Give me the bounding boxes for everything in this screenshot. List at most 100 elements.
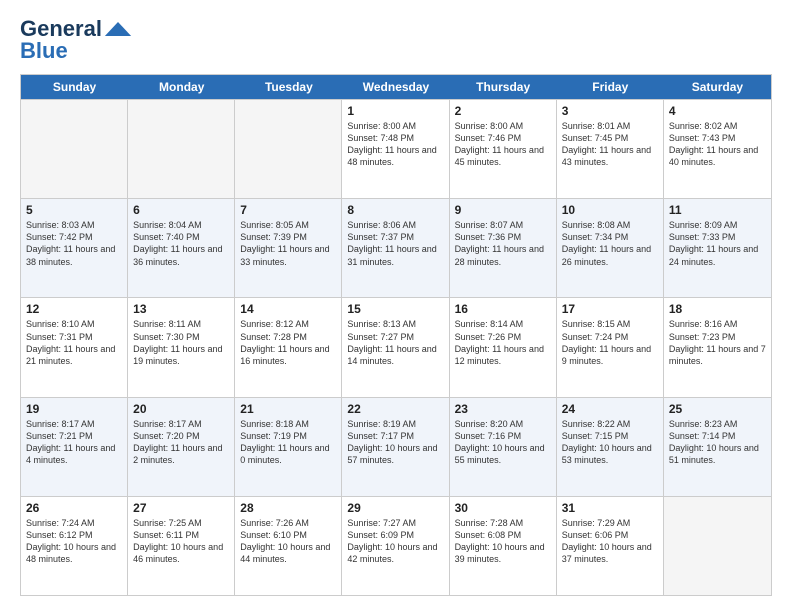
cal-cell-2-1: 5 Sunrise: 8:03 AMSunset: 7:42 PMDaylight… xyxy=(21,199,128,297)
day-number: 8 xyxy=(347,203,443,217)
day-number: 28 xyxy=(240,501,336,515)
cell-info: Sunrise: 8:09 AMSunset: 7:33 PMDaylight:… xyxy=(669,219,766,268)
cal-cell-2-4: 8Sunrise: 8:06 AMSunset: 7:37 PMDaylight… xyxy=(342,199,449,297)
cal-cell-3-6: 17 Sunrise: 8:15 AMSunset: 7:24 PMDayligh… xyxy=(557,298,664,396)
cell-info: Sunrise: 8:00 AMSunset: 7:46 PMDaylight:… xyxy=(455,120,551,169)
cell-info: Sunrise: 8:07 AMSunset: 7:36 PMDaylight:… xyxy=(455,219,551,268)
cell-info: Sunrise: 8:14 AMSunset: 7:26 PMDaylight:… xyxy=(455,318,551,367)
calendar-header: SundayMondayTuesdayWednesdayThursdayFrid… xyxy=(21,75,771,99)
cal-cell-1-6: 3Sunrise: 8:01 AMSunset: 7:45 PMDaylight… xyxy=(557,100,664,198)
cal-cell-4-3: 21 Sunrise: 8:18 AMSunset: 7:19 PMDayligh… xyxy=(235,398,342,496)
cal-cell-4-1: 19Sunrise: 8:17 AMSunset: 7:21 PMDayligh… xyxy=(21,398,128,496)
calendar: SundayMondayTuesdayWednesdayThursdayFrid… xyxy=(20,74,772,596)
cal-cell-3-7: 18 Sunrise: 8:16 AMSunset: 7:23 PMDayligh… xyxy=(664,298,771,396)
day-number: 9 xyxy=(455,203,551,217)
day-number: 22 xyxy=(347,402,443,416)
cal-cell-5-5: 30Sunrise: 7:28 AMSunset: 6:08 PMDayligh… xyxy=(450,497,557,595)
day-number: 24 xyxy=(562,402,658,416)
cell-info: Sunrise: 8:03 AMSunset: 7:42 PMDaylight:… xyxy=(26,219,122,268)
day-header-friday: Friday xyxy=(557,75,664,99)
day-number: 7 xyxy=(240,203,336,217)
cell-info: Sunrise: 8:04 AMSunset: 7:40 PMDaylight:… xyxy=(133,219,229,268)
day-number: 25 xyxy=(669,402,766,416)
cell-info: Sunrise: 7:29 AMSunset: 6:06 PMDaylight:… xyxy=(562,517,658,566)
calendar-body: 1Sunrise: 8:00 AMSunset: 7:48 PMDaylight… xyxy=(21,99,771,595)
header: General Blue xyxy=(20,16,772,64)
day-number: 16 xyxy=(455,302,551,316)
cell-info: Sunrise: 8:10 AMSunset: 7:31 PMDaylight:… xyxy=(26,318,122,367)
cell-info: Sunrise: 8:16 AMSunset: 7:23 PMDaylight:… xyxy=(669,318,766,367)
day-header-thursday: Thursday xyxy=(450,75,557,99)
day-header-tuesday: Tuesday xyxy=(235,75,342,99)
day-number: 1 xyxy=(347,104,443,118)
cell-info: Sunrise: 8:11 AMSunset: 7:30 PMDaylight:… xyxy=(133,318,229,367)
cell-info: Sunrise: 8:19 AMSunset: 7:17 PMDaylight:… xyxy=(347,418,443,467)
cal-cell-3-3: 14Sunrise: 8:12 AMSunset: 7:28 PMDayligh… xyxy=(235,298,342,396)
cal-cell-1-1 xyxy=(21,100,128,198)
day-number: 5 xyxy=(26,203,122,217)
day-number: 30 xyxy=(455,501,551,515)
cell-info: Sunrise: 8:18 AMSunset: 7:19 PMDaylight:… xyxy=(240,418,336,467)
day-number: 29 xyxy=(347,501,443,515)
calendar-row-5: 26 Sunrise: 7:24 AMSunset: 6:12 PMDayligh… xyxy=(21,496,771,595)
cell-info: Sunrise: 7:24 AMSunset: 6:12 PMDaylight:… xyxy=(26,517,122,566)
logo-blue: Blue xyxy=(20,38,68,64)
day-header-sunday: Sunday xyxy=(21,75,128,99)
cal-cell-3-4: 15 Sunrise: 8:13 AMSunset: 7:27 PMDayligh… xyxy=(342,298,449,396)
day-number: 13 xyxy=(133,302,229,316)
cal-cell-3-1: 12Sunrise: 8:10 AMSunset: 7:31 PMDayligh… xyxy=(21,298,128,396)
cal-cell-4-2: 20 Sunrise: 8:17 AMSunset: 7:20 PMDayligh… xyxy=(128,398,235,496)
cell-info: Sunrise: 7:27 AMSunset: 6:09 PMDaylight:… xyxy=(347,517,443,566)
cal-cell-2-3: 7 Sunrise: 8:05 AMSunset: 7:39 PMDaylight… xyxy=(235,199,342,297)
cal-cell-5-4: 29 Sunrise: 7:27 AMSunset: 6:09 PMDayligh… xyxy=(342,497,449,595)
day-number: 20 xyxy=(133,402,229,416)
cell-info: Sunrise: 8:23 AMSunset: 7:14 PMDaylight:… xyxy=(669,418,766,467)
day-number: 3 xyxy=(562,104,658,118)
day-number: 23 xyxy=(455,402,551,416)
cal-cell-5-3: 28 Sunrise: 7:26 AMSunset: 6:10 PMDayligh… xyxy=(235,497,342,595)
cal-cell-4-6: 24Sunrise: 8:22 AMSunset: 7:15 PMDayligh… xyxy=(557,398,664,496)
day-number: 26 xyxy=(26,501,122,515)
day-number: 14 xyxy=(240,302,336,316)
cell-info: Sunrise: 7:25 AMSunset: 6:11 PMDaylight:… xyxy=(133,517,229,566)
day-number: 15 xyxy=(347,302,443,316)
cal-cell-5-7 xyxy=(664,497,771,595)
cal-cell-1-2 xyxy=(128,100,235,198)
cal-cell-1-7: 4Sunrise: 8:02 AMSunset: 7:43 PMDaylight… xyxy=(664,100,771,198)
logo: General Blue xyxy=(20,16,132,64)
day-number: 10 xyxy=(562,203,658,217)
day-number: 17 xyxy=(562,302,658,316)
day-header-saturday: Saturday xyxy=(664,75,771,99)
cal-cell-3-2: 13 Sunrise: 8:11 AMSunset: 7:30 PMDayligh… xyxy=(128,298,235,396)
cell-info: Sunrise: 8:17 AMSunset: 7:20 PMDaylight:… xyxy=(133,418,229,467)
calendar-row-1: 1Sunrise: 8:00 AMSunset: 7:48 PMDaylight… xyxy=(21,99,771,198)
cell-info: Sunrise: 8:05 AMSunset: 7:39 PMDaylight:… xyxy=(240,219,336,268)
cal-cell-4-4: 22 Sunrise: 8:19 AMSunset: 7:17 PMDayligh… xyxy=(342,398,449,496)
day-number: 21 xyxy=(240,402,336,416)
cell-info: Sunrise: 8:08 AMSunset: 7:34 PMDaylight:… xyxy=(562,219,658,268)
cal-cell-2-7: 11 Sunrise: 8:09 AMSunset: 7:33 PMDayligh… xyxy=(664,199,771,297)
cal-cell-1-3 xyxy=(235,100,342,198)
cell-info: Sunrise: 8:15 AMSunset: 7:24 PMDaylight:… xyxy=(562,318,658,367)
day-number: 31 xyxy=(562,501,658,515)
cell-info: Sunrise: 8:17 AMSunset: 7:21 PMDaylight:… xyxy=(26,418,122,467)
cal-cell-1-4: 1Sunrise: 8:00 AMSunset: 7:48 PMDaylight… xyxy=(342,100,449,198)
cell-info: Sunrise: 8:13 AMSunset: 7:27 PMDaylight:… xyxy=(347,318,443,367)
day-number: 11 xyxy=(669,203,766,217)
day-number: 4 xyxy=(669,104,766,118)
cal-cell-5-6: 31 Sunrise: 7:29 AMSunset: 6:06 PMDayligh… xyxy=(557,497,664,595)
cal-cell-2-5: 9 Sunrise: 8:07 AMSunset: 7:36 PMDaylight… xyxy=(450,199,557,297)
logo-icon xyxy=(104,22,132,36)
cal-cell-1-5: 2Sunrise: 8:00 AMSunset: 7:46 PMDaylight… xyxy=(450,100,557,198)
cal-cell-4-7: 25 Sunrise: 8:23 AMSunset: 7:14 PMDayligh… xyxy=(664,398,771,496)
cal-cell-2-2: 6Sunrise: 8:04 AMSunset: 7:40 PMDaylight… xyxy=(128,199,235,297)
calendar-row-2: 5 Sunrise: 8:03 AMSunset: 7:42 PMDaylight… xyxy=(21,198,771,297)
cal-cell-5-1: 26 Sunrise: 7:24 AMSunset: 6:12 PMDayligh… xyxy=(21,497,128,595)
cell-info: Sunrise: 7:26 AMSunset: 6:10 PMDaylight:… xyxy=(240,517,336,566)
cal-cell-3-5: 16 Sunrise: 8:14 AMSunset: 7:26 PMDayligh… xyxy=(450,298,557,396)
cal-cell-2-6: 10 Sunrise: 8:08 AMSunset: 7:34 PMDayligh… xyxy=(557,199,664,297)
cal-cell-5-2: 27Sunrise: 7:25 AMSunset: 6:11 PMDayligh… xyxy=(128,497,235,595)
day-number: 18 xyxy=(669,302,766,316)
calendar-row-4: 19Sunrise: 8:17 AMSunset: 7:21 PMDayligh… xyxy=(21,397,771,496)
cell-info: Sunrise: 8:20 AMSunset: 7:16 PMDaylight:… xyxy=(455,418,551,467)
